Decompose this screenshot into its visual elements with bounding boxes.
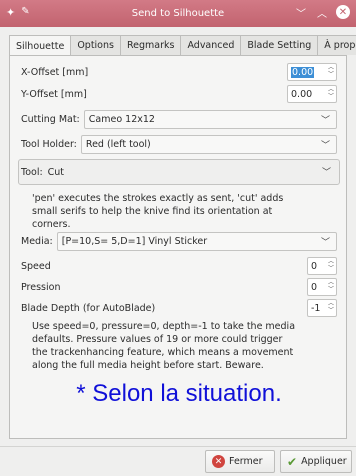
tab-blade-setting[interactable]: Blade Setting bbox=[240, 35, 319, 55]
tool-help-line: small serifs to help the knive find its … bbox=[32, 206, 273, 217]
blade-depth-arrows-icon[interactable]: ︿ ﹀ bbox=[328, 300, 334, 314]
speed-row: Speed bbox=[21, 257, 337, 275]
tool-holder-row: Tool Holder: Red (left tool) ﹀ bbox=[21, 135, 337, 154]
speed-value[interactable]: 0 bbox=[311, 261, 317, 272]
x-offset-value[interactable]: 0.00 bbox=[291, 66, 315, 78]
maximize-icon[interactable]: ︿ bbox=[315, 5, 329, 20]
media-row: Media: [P=10,S= 5,D=1] Vinyl Sticker ﹀ bbox=[21, 232, 337, 251]
x-offset-spinbox[interactable]: 0.00 ︿ ﹀ bbox=[287, 63, 337, 81]
pression-row: Pression bbox=[21, 278, 337, 296]
speed-label: Speed bbox=[21, 260, 51, 272]
tool-help-line: corners. bbox=[32, 219, 71, 230]
tool-holder-value: Red (left tool) bbox=[85, 139, 151, 150]
x-offset-arrows-icon[interactable]: ︿ ﹀ bbox=[328, 64, 334, 78]
media-label: Media: bbox=[21, 236, 53, 247]
tool-help-line: 'pen' executes the strokes exactly as se… bbox=[32, 193, 284, 204]
tab-options[interactable]: Options bbox=[70, 35, 121, 55]
tool-select[interactable]: Cut ﹀ bbox=[43, 163, 337, 182]
apply-button[interactable]: ✔ Appliquer bbox=[280, 450, 352, 473]
media-help-text: Use speed=0, pressure=0, depth=-1 to tak… bbox=[32, 320, 295, 372]
y-offset-label: Y-Offset [mm] bbox=[21, 88, 87, 100]
tool-holder-select[interactable]: Red (left tool) ﹀ bbox=[80, 135, 337, 154]
tool-label: Tool: bbox=[21, 167, 43, 178]
minimize-icon[interactable]: ﹀ bbox=[294, 5, 308, 20]
title-bar: ✦ ✎ Send to Silhouette ﹀ ︿ ✕ bbox=[0, 0, 356, 27]
pression-label: Pression bbox=[21, 281, 61, 293]
close-button[interactable]: ✕ Fermer bbox=[205, 450, 275, 473]
cutting-mat-label: Cutting Mat: bbox=[21, 114, 80, 125]
cutting-mat-row: Cutting Mat: Cameo 12x12 ﹀ bbox=[21, 110, 337, 129]
media-help-line: defaults. Pressure values of 19 or more … bbox=[32, 334, 283, 345]
tool-value: Cut bbox=[47, 167, 65, 178]
chevron-down-icon: ﹀ bbox=[320, 141, 330, 151]
tool-help-text: 'pen' executes the strokes exactly as se… bbox=[32, 192, 283, 231]
chevron-down-icon: ﹀ bbox=[320, 238, 330, 248]
footer-divider bbox=[0, 446, 356, 447]
speed-spinbox[interactable]: 0 ︿ ﹀ bbox=[307, 257, 337, 275]
blade-depth-label: Blade Depth (for AutoBlade) bbox=[21, 302, 156, 314]
chevron-down-icon: ﹀ bbox=[320, 116, 330, 126]
silhouette-panel: X-Offset [mm] 0.00 ︿ ﹀ Y-Offset [mm] 0.00… bbox=[9, 55, 347, 439]
media-value: [P=10,S= 5,D=1] Vinyl Sticker bbox=[61, 236, 208, 247]
pression-arrows-icon[interactable]: ︿ ﹀ bbox=[328, 279, 334, 293]
tool-holder-label: Tool Holder: bbox=[21, 139, 77, 150]
y-offset-spinbox[interactable]: 0.00 ︿ ﹀ bbox=[287, 85, 337, 103]
close-icon: ✕ bbox=[212, 455, 225, 468]
pression-value[interactable]: 0 bbox=[311, 282, 317, 293]
blade-depth-value[interactable]: -1 bbox=[311, 303, 320, 314]
tab-silhouette[interactable]: Silhouette bbox=[9, 35, 72, 56]
annotation-text: * Selon la situation. bbox=[76, 380, 282, 407]
tool-row: Tool: Cut ﹀ bbox=[21, 163, 337, 182]
tab-regmarks[interactable]: Regmarks bbox=[119, 35, 182, 55]
y-offset-value[interactable]: 0.00 bbox=[291, 89, 312, 100]
check-icon: ✔ bbox=[287, 454, 298, 469]
chevron-down-icon: ﹀ bbox=[321, 168, 331, 178]
cutting-mat-value: Cameo 12x12 bbox=[88, 114, 155, 125]
pression-spinbox[interactable]: 0 ︿ ﹀ bbox=[307, 278, 337, 296]
media-select[interactable]: [P=10,S= 5,D=1] Vinyl Sticker ﹀ bbox=[56, 232, 337, 251]
close-window-icon[interactable]: ✕ bbox=[336, 5, 350, 19]
tab-advanced[interactable]: Advanced bbox=[180, 35, 242, 55]
y-offset-arrows-icon[interactable]: ︿ ﹀ bbox=[328, 86, 334, 100]
x-offset-label: X-Offset [mm] bbox=[21, 66, 89, 78]
speed-arrows-icon[interactable]: ︿ ﹀ bbox=[328, 258, 334, 272]
media-help-line: along the full media height before start… bbox=[32, 360, 264, 371]
blade-depth-row: Blade Depth (for AutoBlade) bbox=[21, 299, 337, 317]
close-button-label: Fermer bbox=[229, 456, 263, 467]
media-help-line: Use speed=0, pressure=0, depth=-1 to tak… bbox=[32, 321, 296, 332]
tab-bar: Silhouette Options Regmarks Advanced Bla… bbox=[9, 35, 356, 56]
tab-a-propos[interactable]: À propos bbox=[317, 35, 356, 55]
media-help-line: the trackenhancing feature, which means … bbox=[32, 347, 294, 358]
blade-depth-spinbox[interactable]: -1 ︿ ﹀ bbox=[307, 299, 337, 317]
cutting-mat-select[interactable]: Cameo 12x12 ﹀ bbox=[83, 110, 337, 129]
window-controls: ﹀ ︿ ✕ bbox=[294, 5, 350, 20]
apply-button-label: Appliquer bbox=[301, 456, 347, 467]
